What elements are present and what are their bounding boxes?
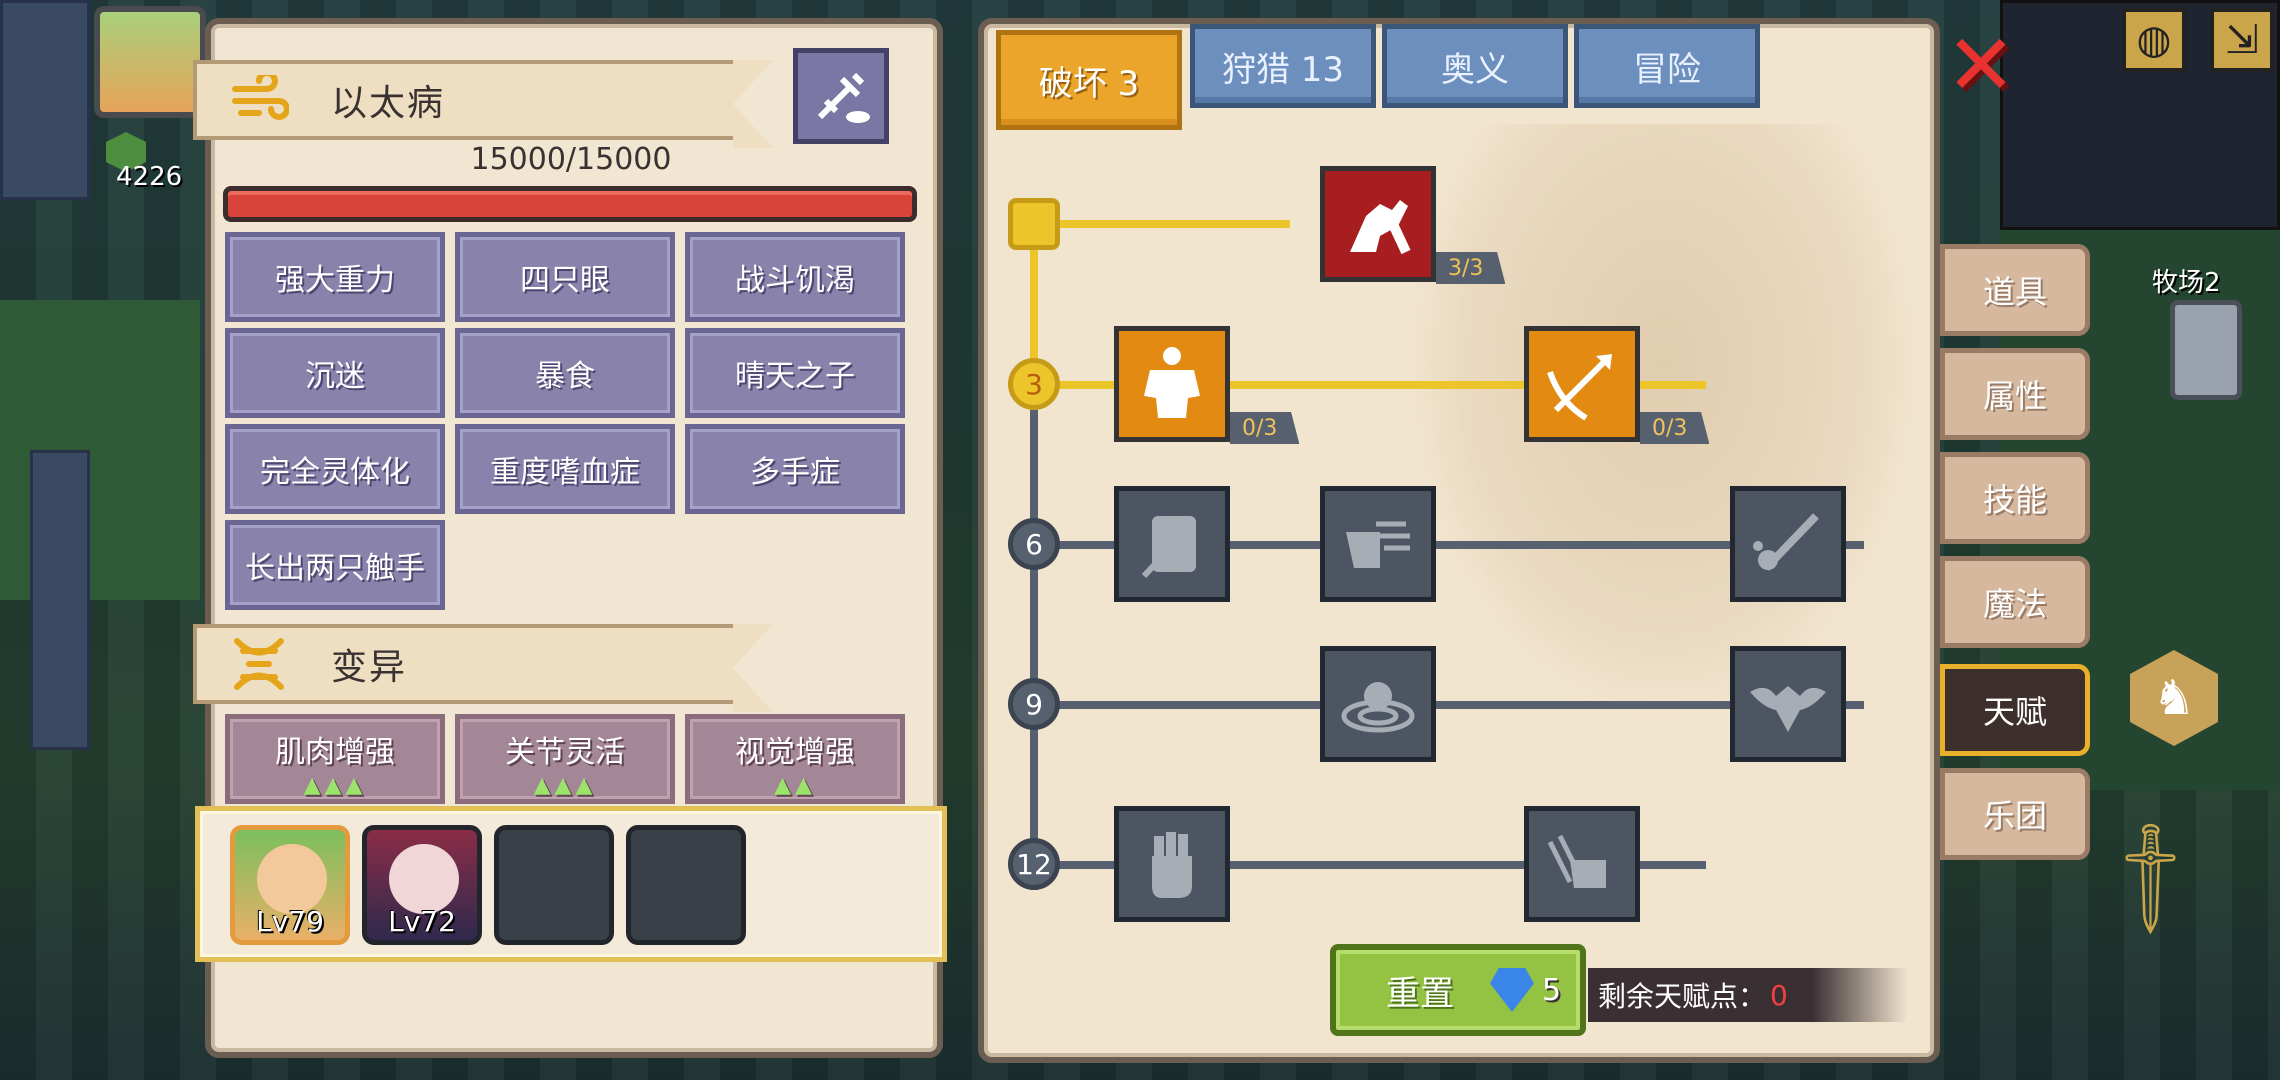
- dna-icon: [227, 632, 291, 696]
- menu-skills[interactable]: 技能: [1940, 452, 2090, 544]
- trait-button[interactable]: 多手症: [685, 424, 905, 514]
- trait-button[interactable]: 晴天之子: [685, 328, 905, 418]
- skill-count: 0/3: [1640, 412, 1710, 444]
- mutation-level-indicator: ▲▲▲: [533, 773, 597, 798]
- shockwave-icon: [1341, 682, 1415, 733]
- arm-wrestle-skill[interactable]: [1320, 166, 1436, 282]
- party-tray: Lv79 Lv72: [195, 806, 947, 962]
- skill-count: 3/3: [1436, 252, 1506, 284]
- arm-wrestle-icon: [1350, 200, 1411, 255]
- party-member-level: Lv72: [388, 905, 456, 938]
- tab-mystic[interactable]: 奥义: [1382, 24, 1568, 108]
- trait-button[interactable]: 战斗饥渴: [685, 232, 905, 322]
- muscle-body-skill[interactable]: [1114, 326, 1230, 442]
- syringe-icon: [817, 72, 870, 123]
- tier-marker: 9: [1008, 678, 1060, 730]
- character-avatar: [257, 844, 327, 914]
- remaining-points-label: 剩余天赋点：: [1598, 980, 1767, 1013]
- mutation-item[interactable]: 视觉增强 ▲▲: [685, 714, 905, 804]
- arrow-pierce-icon: [1547, 354, 1612, 421]
- bg-wall: [0, 0, 90, 200]
- disease-title: 以太病: [331, 83, 446, 124]
- talent-rail: [1030, 410, 1038, 890]
- locked-skill[interactable]: [1730, 486, 1846, 602]
- gem-count: 4226: [116, 162, 183, 192]
- trait-button[interactable]: 暴食: [455, 328, 675, 418]
- punch-speed-icon: [1346, 521, 1410, 568]
- mutation-ribbon: 变异: [193, 624, 773, 712]
- talent-root-node: [1008, 198, 1060, 250]
- card-slash-icon: [1141, 516, 1196, 579]
- globe-icon[interactable]: ◍: [2122, 8, 2186, 72]
- trait-button[interactable]: 沉迷: [225, 328, 445, 418]
- mutation-level-indicator: ▲▲▲: [303, 773, 367, 798]
- menu-talent[interactable]: 天赋: [1940, 664, 2090, 756]
- menu-band[interactable]: 乐团: [1940, 768, 2090, 860]
- locked-skill[interactable]: [1320, 486, 1436, 602]
- character-avatar: [389, 844, 459, 914]
- reset-label: 重置: [1386, 973, 1454, 1014]
- party-slot[interactable]: Lv79: [230, 825, 350, 945]
- tier-marker: 12: [1008, 838, 1060, 890]
- diamond-icon: [1490, 968, 1534, 1012]
- menu-items[interactable]: 道具: [1940, 244, 2090, 336]
- party-slot[interactable]: Lv72: [362, 825, 482, 945]
- fist-icon: [1152, 832, 1192, 898]
- party-slot-empty[interactable]: [494, 825, 614, 945]
- trait-button[interactable]: 强大重力: [225, 232, 445, 322]
- mutation-level-indicator: ▲▲: [774, 773, 816, 798]
- mutation-label: 视觉增强: [735, 735, 855, 770]
- tab-hunting[interactable]: 狩猎 13: [1190, 24, 1376, 108]
- menu-attributes[interactable]: 属性: [1940, 348, 2090, 440]
- syringe-button[interactable]: [793, 48, 889, 144]
- locked-skill[interactable]: [1524, 806, 1640, 922]
- mutation-title: 变异: [331, 647, 408, 688]
- farm-label: 牧场2: [2152, 268, 2221, 298]
- blood-bat-icon: [1750, 686, 1826, 732]
- tier-marker: 6: [1008, 518, 1060, 570]
- mutation-item[interactable]: 关节灵活 ▲▲▲: [455, 714, 675, 804]
- trait-button[interactable]: 重度嗜血症: [455, 424, 675, 514]
- tab-adventure[interactable]: 冒险: [1574, 24, 1760, 108]
- player-avatar[interactable]: [94, 6, 206, 118]
- locked-skill[interactable]: [1730, 646, 1846, 762]
- phone-icon[interactable]: [2170, 300, 2242, 400]
- ether-wind-icon: [227, 68, 291, 132]
- sword-splash-icon: [1753, 513, 1819, 571]
- bg-fence: [30, 450, 90, 750]
- talent-rail: [1034, 220, 1290, 228]
- tier-marker: 3: [1008, 358, 1060, 410]
- locked-skill[interactable]: [1114, 806, 1230, 922]
- mutation-label: 关节灵活: [505, 735, 625, 770]
- party-slot-empty[interactable]: [626, 825, 746, 945]
- reset-cost: 5: [1542, 972, 1562, 1008]
- fist-slash-icon: [1547, 834, 1606, 888]
- locked-skill[interactable]: [1320, 646, 1436, 762]
- trait-button[interactable]: 长出两只触手: [225, 520, 445, 610]
- trait-button[interactable]: 四只眼: [455, 232, 675, 322]
- locked-skill[interactable]: [1114, 486, 1230, 602]
- remaining-points: 剩余天赋点： 0: [1588, 968, 1908, 1022]
- reset-talents-button[interactable]: 重置 5: [1330, 944, 1586, 1036]
- disease-hp-bar: [223, 186, 917, 222]
- tab-destruction[interactable]: 破坏 3: [996, 30, 1182, 130]
- menu-magic[interactable]: 魔法: [1940, 556, 2090, 648]
- exit-icon[interactable]: ⇲: [2210, 8, 2274, 72]
- remaining-points-value: 0: [1770, 978, 1788, 1012]
- party-member-level: Lv79: [256, 905, 324, 938]
- talent-panel: 破坏 3 狩猎 13 奥义 冒险 3 6 9 12 3/3 0/3 0/3: [978, 18, 1940, 1063]
- mutation-item[interactable]: 肌肉增强 ▲▲▲: [225, 714, 445, 804]
- close-button[interactable]: ✕: [1944, 23, 2018, 107]
- arrow-pierce-skill[interactable]: [1524, 326, 1640, 442]
- disease-ribbon: 以太病: [193, 60, 773, 148]
- muscle-body-icon: [1144, 347, 1200, 418]
- mutation-label: 肌肉增强: [275, 735, 395, 770]
- trait-button[interactable]: 完全灵体化: [225, 424, 445, 514]
- disease-hp-text: 15000/15000: [470, 142, 672, 177]
- skill-count: 0/3: [1230, 412, 1300, 444]
